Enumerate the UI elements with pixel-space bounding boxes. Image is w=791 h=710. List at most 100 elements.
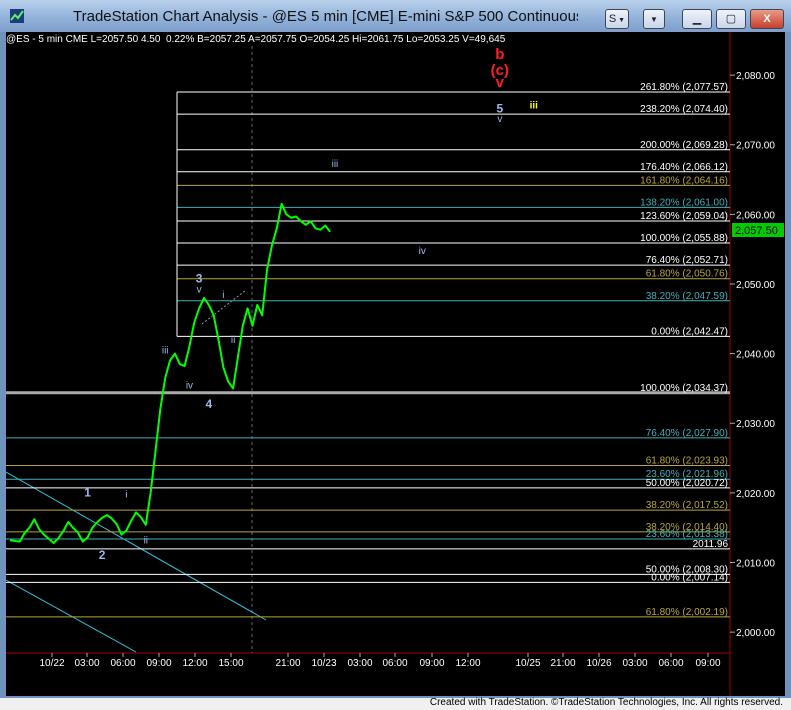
wave-label: iii (530, 101, 539, 112)
wave-label: iv (419, 246, 426, 257)
fib-label: 200.00% (2,069.28) (640, 140, 728, 151)
wave-label: 2 (99, 548, 106, 562)
window-menu-button[interactable]: ▼ (643, 9, 665, 29)
footer: Created with TradeStation. ©TradeStation… (0, 697, 791, 710)
x-axis: 10/22 03:00 06:00 09:00 12:00 15:00 21:00 10/23… (39, 653, 721, 669)
open: O=2054.25 (299, 34, 350, 45)
y-tick-label: 2,050.00 (736, 280, 775, 291)
wave-label: 4 (206, 397, 213, 411)
y-tick-label: 2,070.00 (736, 141, 775, 152)
trendline-upper (5, 471, 267, 621)
fib-label: 0.00% (2,007.14) (651, 572, 728, 583)
close-button[interactable]: X (750, 9, 784, 29)
y-axis: 2,080.00 2,070.00 2,060.00 2,050.00 2,040.00… (730, 71, 775, 639)
x-tick-label: 06:00 (110, 658, 135, 669)
low: Lo=2053.25 (406, 34, 460, 45)
wave-label: b (495, 46, 504, 63)
x-tick-label: 10/22 (39, 658, 64, 669)
wave-label: v (496, 74, 505, 91)
wave-label: iii (332, 159, 339, 170)
wave-label: 1 (84, 485, 91, 499)
fib-label: 38.20% (2,047.59) (646, 291, 728, 302)
y-tick-label: 2,060.00 (736, 210, 775, 221)
price-series (9, 202, 331, 544)
x-tick-label: 03:00 (74, 658, 99, 669)
y-tick-label: 2,000.00 (736, 628, 775, 639)
fib-label: 61.80% (2,023.93) (646, 455, 728, 466)
fib-label: 76.40% (2,052.71) (646, 255, 728, 266)
symbol-link-button[interactable]: S ▼ (605, 9, 629, 29)
wave-label: iii (162, 346, 169, 357)
x-tick-label: 21:00 (550, 658, 575, 669)
price-chart[interactable]: 261.80% (2,077.57) 238.20% (2,074.40) 200.… (5, 32, 785, 696)
x-tick-label: 09:00 (419, 658, 444, 669)
fib-label: 100.00% (2,034.37) (640, 383, 728, 394)
y-tick-label: 2,010.00 (736, 558, 775, 569)
wave-label: i (125, 490, 127, 501)
fib-label: 76.40% (2,027.90) (646, 428, 728, 439)
price-line (9, 202, 331, 544)
last-price-tag: 2,057.50 (732, 223, 784, 237)
close-icon: X (763, 13, 771, 25)
copyright-text: Created with TradeStation. ©TradeStation… (429, 697, 783, 708)
y-tick-label: 2,020.00 (736, 489, 775, 500)
x-tick-label: 06:00 (382, 658, 407, 669)
ask: A=2057.75 (248, 34, 297, 45)
net-change: 4.50 (140, 34, 161, 45)
wave-label: ii (231, 335, 235, 346)
x-tick-label: 09:00 (695, 658, 720, 669)
fib-label: 261.80% (2,077.57) (640, 82, 728, 93)
chevron-down-icon: ▼ (650, 15, 658, 24)
x-tick-label: 06:00 (658, 658, 683, 669)
y-tick-label: 2,040.00 (736, 350, 775, 361)
fib-label: 100.00% (2,055.88) (640, 233, 728, 244)
maximize-icon: ▢ (725, 13, 737, 25)
status-line: @ES - 5 min CME L=2057.50 4.50 0.22% B=2… (6, 34, 505, 45)
x-tick-label: 10/25 (515, 658, 540, 669)
bid: B=2057.25 (197, 34, 246, 45)
chart-window: TradeStation Chart Analysis - @ES 5 min … (0, 0, 791, 698)
fib-label: 238.20% (2,074.40) (640, 104, 728, 115)
x-tick-label: 03:00 (347, 658, 372, 669)
fib-label: 61.80% (2,050.76) (646, 269, 728, 280)
maximize-button[interactable]: ▢ (716, 9, 746, 29)
grid (6, 32, 731, 696)
window-title: TradeStation Chart Analysis - @ES 5 min … (73, 8, 578, 25)
wave-label: v (197, 284, 202, 295)
trendlines (5, 289, 267, 653)
wave-label: iv (186, 380, 193, 391)
wave-label: ii (144, 536, 148, 547)
fib-label: 138.20% (2,061.00) (640, 197, 728, 208)
fib-label: 123.60% (2,059.04) (640, 211, 728, 222)
chart-canvas[interactable]: 261.80% (2,077.57) 238.20% (2,074.40) 200.… (5, 32, 785, 696)
last-price: L=2057.50 (90, 34, 139, 45)
x-tick-label: 03:00 (622, 658, 647, 669)
y-tick-label: 2,030.00 (736, 419, 775, 430)
fib-label: 61.80% (2,002.19) (646, 607, 728, 618)
symbol-info: @ES - 5 min CME (6, 34, 88, 45)
title-bar[interactable]: TradeStation Chart Analysis - @ES 5 min … (0, 0, 791, 32)
fib-label: 2011.96 (693, 539, 729, 550)
x-tick-label: 21:00 (275, 658, 300, 669)
x-tick-label: 10/23 (311, 658, 336, 669)
wave-label: i (222, 290, 224, 301)
minimize-button[interactable]: ▁ (682, 9, 712, 29)
high: Hi=2061.75 (352, 34, 404, 45)
x-tick-label: 09:00 (146, 658, 171, 669)
wave-label: v (497, 114, 502, 125)
minimize-icon: ▁ (692, 13, 702, 25)
x-tick-label: 12:00 (455, 658, 480, 669)
y-tick-label: 2,080.00 (736, 71, 775, 82)
x-tick-label: 15:00 (218, 658, 243, 669)
chevron-down-icon: ▼ (616, 17, 626, 24)
fib-label: 0.00% (2,042.47) (651, 326, 728, 337)
fib-label: 176.40% (2,066.12) (640, 162, 728, 173)
trendline-lower (5, 579, 137, 653)
fib-label: 161.80% (2,064.16) (640, 175, 728, 186)
last-price-text: 2,057.50 (735, 225, 778, 237)
fib-label: 50.00% (2,020.72) (646, 478, 728, 489)
fib-levels: 261.80% (2,077.57) 238.20% (2,074.40) 200.… (6, 82, 730, 618)
fib-label: 38.20% (2,017.52) (646, 500, 728, 511)
pct-change: 0.22% (166, 34, 195, 45)
x-tick-label: 12:00 (182, 658, 207, 669)
